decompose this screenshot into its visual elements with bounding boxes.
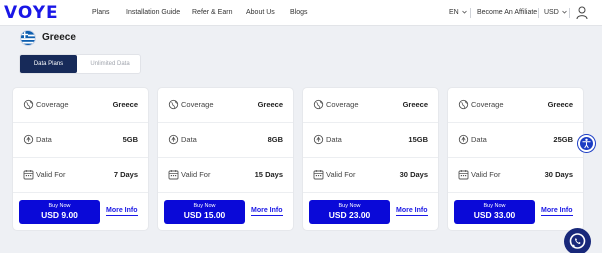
coverage-row: Coverage Greece	[158, 88, 293, 123]
validity-row: Valid For 7 Days	[13, 158, 148, 193]
calendar-icon	[313, 170, 324, 180]
nav-installation-guide[interactable]: Installation Guide	[126, 0, 180, 26]
coverage-row-value: Greece	[547, 100, 573, 109]
coverage-row-label: Coverage	[471, 100, 504, 109]
calendar-icon	[458, 170, 469, 180]
currency-select[interactable]: USD	[544, 0, 567, 26]
nav-divider	[470, 8, 471, 18]
accessibility-icon	[582, 138, 591, 149]
coverage-icon	[23, 99, 34, 110]
nav-about-us[interactable]: About Us	[246, 0, 275, 26]
user-icon[interactable]	[576, 6, 588, 20]
plan-price: USD 9.00	[41, 210, 78, 220]
data-icon	[458, 134, 469, 145]
whatsapp-chat-button[interactable]	[564, 228, 591, 253]
nav-plans[interactable]: Plans	[92, 0, 110, 26]
greece-flag-icon	[20, 30, 36, 46]
buy-now-button[interactable]: Buy Now USD 15.00	[164, 200, 245, 224]
validity-row-label: Valid For	[181, 170, 211, 179]
data-row-label: Data	[326, 135, 342, 144]
coverage-row-value: Greece	[112, 100, 138, 109]
validity-row-value: 30 Days	[399, 170, 428, 179]
data-icon	[168, 134, 179, 145]
more-info-link[interactable]: More Info	[541, 207, 573, 216]
language-value: EN	[449, 9, 459, 16]
validity-row: Valid For 30 Days	[448, 158, 583, 193]
tab-data-plans[interactable]: Data Plans	[20, 55, 77, 73]
nav-blogs[interactable]: Blogs	[290, 0, 308, 26]
validity-row-label: Valid For	[36, 170, 66, 179]
logo[interactable]: VOYE	[4, 3, 59, 23]
buy-now-label: Buy Now	[483, 203, 506, 209]
buy-now-button[interactable]: Buy Now USD 33.00	[454, 200, 535, 224]
data-row: Data 15GB	[303, 123, 438, 158]
chevron-down-icon	[561, 10, 567, 14]
plan-card: Coverage Greece Data 25GB Valid For 30 Days Bu…	[448, 88, 583, 230]
validity-row-value: 15 Days	[254, 170, 283, 179]
data-row-label: Data	[36, 135, 52, 144]
tab-unlimited-data[interactable]: Unlimited Data	[80, 55, 140, 73]
plan-price: USD 15.00	[183, 210, 226, 220]
nav-refer-earn[interactable]: Refer & Earn	[192, 0, 232, 26]
become-affiliate-link[interactable]: Become An Affiliate	[477, 0, 537, 26]
validity-row: Valid For 15 Days	[158, 158, 293, 193]
coverage-row-label: Coverage	[181, 100, 214, 109]
plan-card: Coverage Greece Data 8GB Valid For 15 Days Buy…	[158, 88, 293, 230]
nav-divider	[538, 8, 539, 18]
calendar-icon	[23, 170, 34, 180]
coverage-row-label: Coverage	[326, 100, 359, 109]
data-row-value: 15GB	[408, 135, 428, 144]
validity-row-value: 30 Days	[544, 170, 573, 179]
plan-price: USD 23.00	[328, 210, 371, 220]
coverage-icon	[313, 99, 324, 110]
validity-row-label: Valid For	[471, 170, 501, 179]
plan-price: USD 33.00	[473, 210, 516, 220]
validity-row-label: Valid For	[326, 170, 356, 179]
data-icon	[313, 134, 324, 145]
coverage-row-label: Coverage	[36, 100, 69, 109]
whatsapp-icon	[569, 233, 586, 249]
data-row-value: 5GB	[122, 135, 138, 144]
accessibility-button[interactable]	[578, 135, 595, 152]
chevron-down-icon	[461, 10, 467, 14]
buy-now-button[interactable]: Buy Now USD 23.00	[309, 200, 390, 224]
plan-card: Coverage Greece Data 5GB Valid For 7 Days Buy …	[13, 88, 148, 230]
coverage-row-value: Greece	[402, 100, 428, 109]
more-info-link[interactable]: More Info	[106, 207, 138, 216]
data-row-label: Data	[181, 135, 197, 144]
currency-value: USD	[544, 9, 559, 16]
more-info-link[interactable]: More Info	[251, 207, 283, 216]
validity-row-value: 7 Days	[113, 170, 138, 179]
data-row-value: 8GB	[267, 135, 283, 144]
top-nav: VOYE Plans Installation Guide Refer & Ea…	[0, 0, 602, 26]
data-row-value: 25GB	[553, 135, 573, 144]
buy-now-label: Buy Now	[193, 203, 216, 209]
validity-row: Valid For 30 Days	[303, 158, 438, 193]
data-row-label: Data	[471, 135, 487, 144]
coverage-row: Coverage Greece	[448, 88, 583, 123]
calendar-icon	[168, 170, 179, 180]
plan-card: Coverage Greece Data 15GB Valid For 30 Days Bu…	[303, 88, 438, 230]
coverage-row: Coverage Greece	[13, 88, 148, 123]
language-select[interactable]: EN	[449, 0, 467, 26]
data-row: Data 25GB	[448, 123, 583, 158]
nav-divider	[569, 8, 570, 18]
coverage-row: Coverage Greece	[303, 88, 438, 123]
buy-now-button[interactable]: Buy Now USD 9.00	[19, 200, 100, 224]
buy-now-label: Buy Now	[338, 203, 361, 209]
data-row: Data 8GB	[158, 123, 293, 158]
plan-type-tabs: Data Plans Unlimited Data	[19, 54, 141, 74]
buy-now-label: Buy Now	[48, 203, 71, 209]
region-title: Greece	[42, 32, 76, 43]
coverage-icon	[458, 99, 469, 110]
coverage-icon	[168, 99, 179, 110]
coverage-row-value: Greece	[257, 100, 283, 109]
data-icon	[23, 134, 34, 145]
more-info-link[interactable]: More Info	[396, 207, 428, 216]
data-row: Data 5GB	[13, 123, 148, 158]
